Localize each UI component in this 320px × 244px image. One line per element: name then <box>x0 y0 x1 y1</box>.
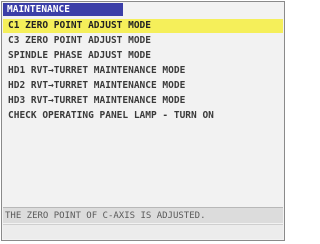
screen-title: MAINTENANCE <box>3 3 123 16</box>
menu-item-hd2-rvt-turret-maintenance[interactable]: HD2 RVT→TURRET MAINTENANCE MODE <box>3 79 283 93</box>
status-strip <box>3 224 283 239</box>
menu-item-hd3-rvt-turret-maintenance[interactable]: HD3 RVT→TURRET MAINTENANCE MODE <box>3 94 283 108</box>
menu-item-spindle-phase-adjust[interactable]: SPINDLE PHASE ADJUST MODE <box>3 49 283 63</box>
maintenance-menu: C1 ZERO POINT ADJUST MODE C3 ZERO POINT … <box>3 19 283 124</box>
menu-item-c3-zero-point-adjust[interactable]: C3 ZERO POINT ADJUST MODE <box>3 34 283 48</box>
menu-item-check-panel-lamp[interactable]: CHECK OPERATING PANEL LAMP - TURN ON <box>3 109 283 123</box>
menu-item-c1-zero-point-adjust[interactable]: C1 ZERO POINT ADJUST MODE <box>3 19 283 33</box>
menu-item-hd1-rvt-turret-maintenance[interactable]: HD1 RVT→TURRET MAINTENANCE MODE <box>3 64 283 78</box>
message-bar: THE ZERO POINT OF C-AXIS IS ADJUSTED. <box>3 207 283 223</box>
maintenance-panel: MAINTENANCE C1 ZERO POINT ADJUST MODE C3… <box>1 1 285 241</box>
